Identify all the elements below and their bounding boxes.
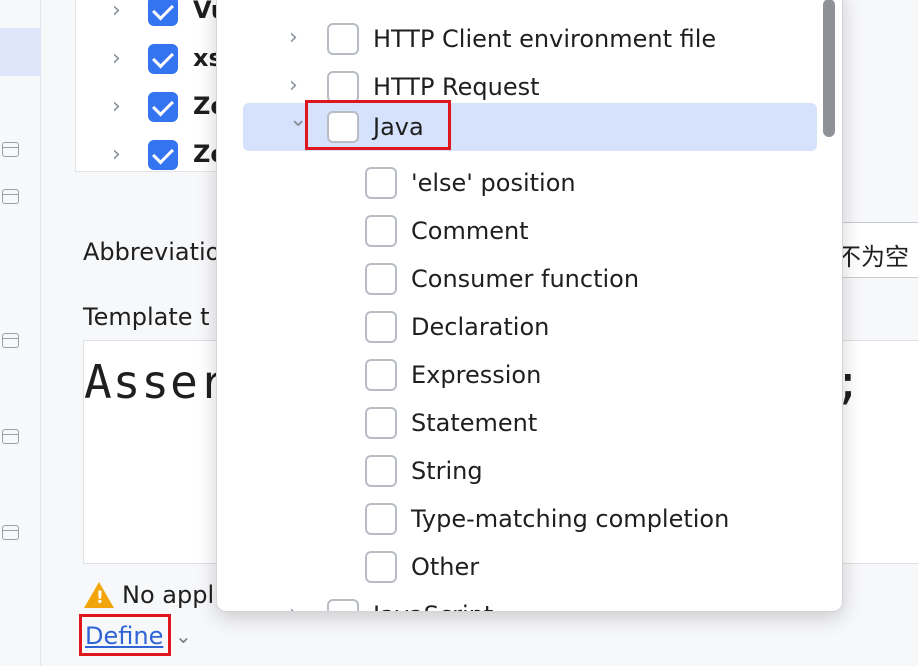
context-item-type-matching[interactable]: Type-matching completion	[217, 495, 842, 543]
chevron-right-icon[interactable]: ›	[112, 0, 121, 22]
template-code: Asser	[84, 355, 228, 409]
checkbox[interactable]	[365, 503, 397, 535]
checkbox[interactable]	[365, 263, 397, 295]
checkbox[interactable]	[365, 311, 397, 343]
chevron-right-icon[interactable]: ›	[112, 48, 121, 70]
popup-scrollbar[interactable]	[823, 0, 835, 137]
window-icon[interactable]	[2, 189, 19, 204]
tree-row[interactable]: › Vu	[76, 0, 224, 36]
window-icon[interactable]	[2, 333, 19, 348]
warning-glyph: !	[96, 588, 104, 608]
warning-icon: !	[84, 582, 114, 608]
checkbox[interactable]	[365, 359, 397, 391]
warning-text: No appl	[122, 581, 215, 609]
context-item-label: Comment	[411, 217, 529, 245]
context-item-label: JavaScript	[373, 601, 493, 611]
context-popup: › HTTP Client environment file › HTTP Re…	[216, 0, 843, 612]
chevron-right-icon[interactable]: ›	[289, 25, 298, 50]
window-icon[interactable]	[2, 142, 19, 157]
context-item-label: Consumer function	[411, 265, 640, 293]
context-item-label: String	[411, 457, 483, 485]
context-item-label: HTTP Request	[373, 73, 540, 101]
chevron-right-icon[interactable]: ›	[289, 73, 298, 98]
left-tool-strip	[0, 0, 41, 666]
checkbox[interactable]	[365, 455, 397, 487]
checkbox[interactable]	[327, 71, 359, 103]
abbreviation-value: 不为空	[837, 243, 909, 271]
chevron-right-icon[interactable]: ›	[289, 601, 298, 611]
context-item-expression[interactable]: Expression	[217, 351, 842, 399]
tree-row[interactable]: › Ze	[76, 84, 224, 132]
context-item-declaration[interactable]: Declaration	[217, 303, 842, 351]
checkbox-checked[interactable]	[148, 0, 178, 26]
context-item-label: Statement	[411, 409, 538, 437]
strip-selection	[0, 28, 41, 76]
checkbox[interactable]	[365, 215, 397, 247]
context-item-label: Other	[411, 553, 480, 581]
context-item-comment[interactable]: Comment	[217, 207, 842, 255]
highlight-box-define	[79, 614, 171, 656]
checkbox[interactable]	[327, 23, 359, 55]
tree-row[interactable]: › Ze	[76, 132, 224, 171]
context-item-statement[interactable]: Statement	[217, 399, 842, 447]
checkbox[interactable]	[365, 167, 397, 199]
context-item-else-position[interactable]: 'else' position	[217, 159, 842, 207]
context-item-other[interactable]: Other	[217, 543, 842, 591]
context-item-label: Declaration	[411, 313, 550, 341]
template-text-label: Template t	[83, 303, 210, 331]
checkbox-checked[interactable]	[148, 44, 178, 74]
context-item-label: Type-matching completion	[411, 505, 730, 533]
checkbox[interactable]	[365, 551, 397, 583]
chevron-right-icon[interactable]: ›	[112, 144, 121, 166]
context-item-label: 'else' position	[411, 169, 576, 197]
context-item-string[interactable]: String	[217, 447, 842, 495]
chevron-down-icon[interactable]: ⌄	[175, 624, 192, 648]
checkbox-checked[interactable]	[148, 140, 178, 170]
checkbox-checked[interactable]	[148, 92, 178, 122]
window-icon[interactable]	[2, 429, 19, 444]
abbreviation-label: Abbreviatio	[83, 238, 221, 266]
tree-row[interactable]: › xs	[76, 36, 224, 84]
highlight-box-java	[305, 100, 451, 150]
window-icon[interactable]	[2, 525, 19, 540]
template-groups-tree: › Vu › xs › Ze › Ze	[75, 0, 225, 172]
context-item-label: HTTP Client environment file	[373, 25, 717, 53]
checkbox[interactable]	[327, 599, 359, 611]
context-item-http-client-env[interactable]: › HTTP Client environment file	[217, 15, 842, 63]
context-item-consumer-function[interactable]: Consumer function	[217, 255, 842, 303]
chevron-right-icon[interactable]: ›	[112, 96, 121, 118]
context-item-javascript[interactable]: › JavaScript	[217, 591, 842, 611]
checkbox[interactable]	[365, 407, 397, 439]
context-item-label: Expression	[411, 361, 542, 389]
